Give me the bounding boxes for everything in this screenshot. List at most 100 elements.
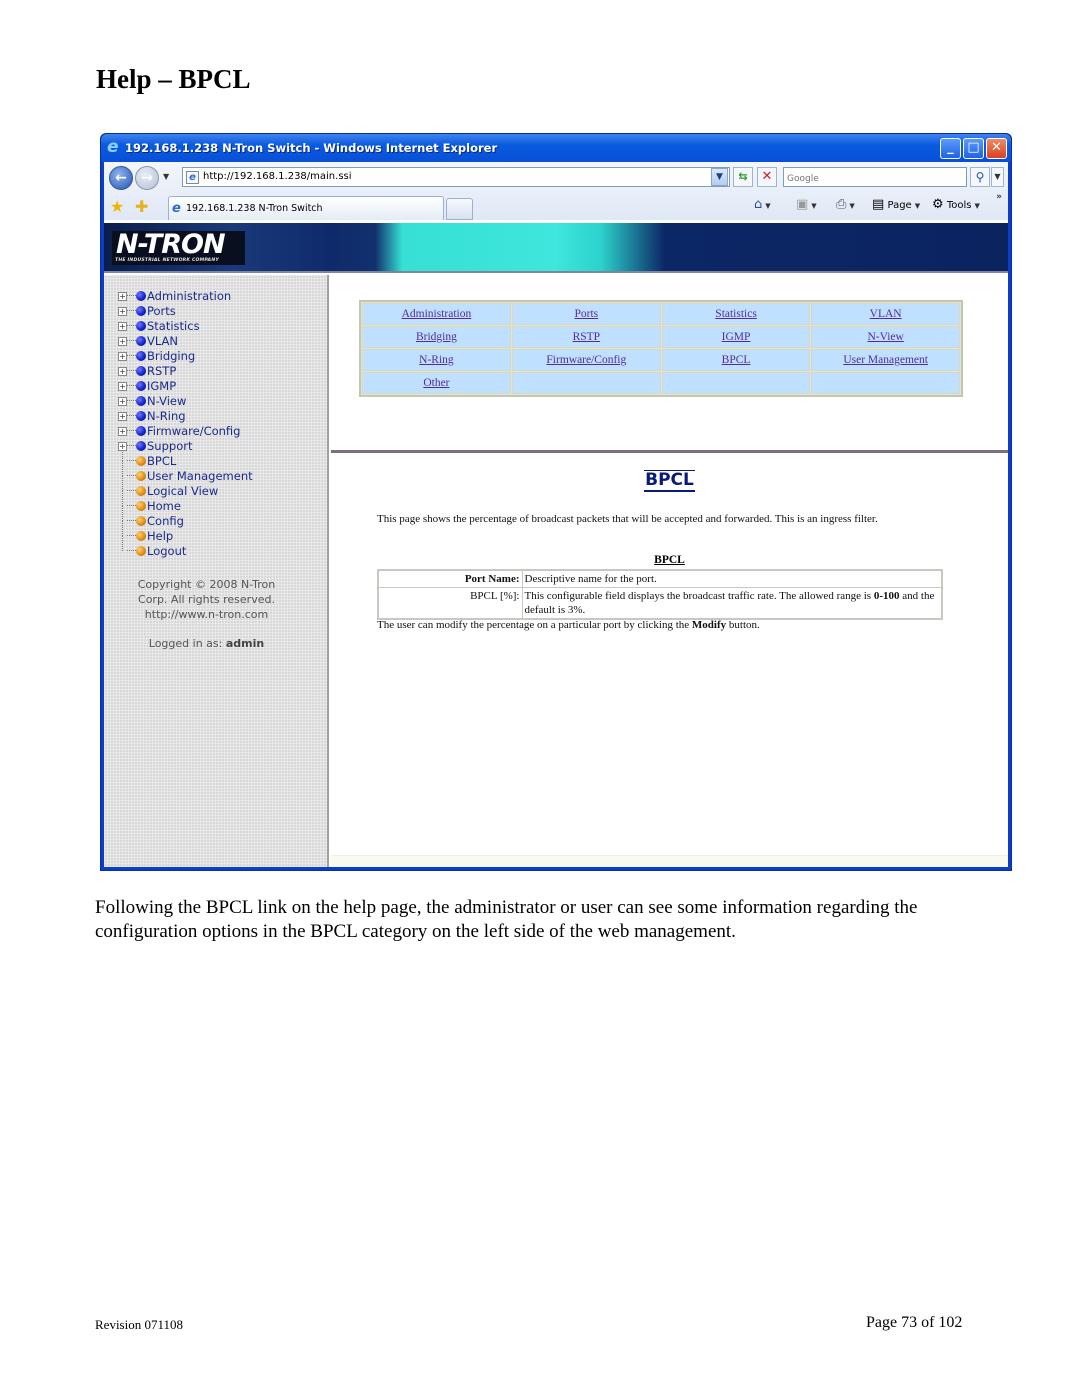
help-link[interactable]: IGMP — [722, 331, 751, 343]
search-box[interactable] — [783, 167, 967, 188]
sidebar-item-label[interactable]: VLAN — [147, 334, 178, 348]
sidebar-item[interactable]: + N-Ring — [118, 409, 253, 424]
sidebar-item-label[interactable]: Config — [147, 514, 184, 528]
help-link[interactable]: Firmware/Config — [546, 354, 626, 366]
help-links-cell: N-Ring — [362, 349, 511, 371]
sidebar-item-label[interactable]: Logout — [147, 544, 186, 558]
help-link[interactable]: BPCL — [722, 354, 751, 366]
help-links-cell: IGMP — [661, 326, 811, 348]
home-button[interactable]: ⌂ ▼ — [754, 197, 771, 212]
sidebar-item[interactable]: + RSTP — [118, 364, 253, 379]
refresh-button[interactable]: ⇆ — [733, 167, 753, 187]
expand-icon[interactable]: + — [118, 307, 127, 316]
address-url[interactable]: http://192.168.1.238/main.ssi — [203, 171, 352, 182]
address-dropdown-button[interactable]: ▼ — [711, 168, 728, 186]
expand-icon[interactable]: + — [118, 322, 127, 331]
expand-icon[interactable]: + — [118, 412, 127, 421]
help-link[interactable]: RSTP — [573, 331, 601, 343]
sidebar-item-label[interactable]: Logical View — [147, 484, 218, 498]
sidebar-item[interactable]: + N-View — [118, 394, 253, 409]
sidebar-item[interactable]: + Administration — [118, 289, 253, 304]
new-tab-button[interactable] — [446, 198, 473, 220]
feeds-button[interactable]: ▣ ▼ — [796, 197, 817, 212]
browser-tab[interactable]: e 192.168.1.238 N-Tron Switch — [168, 196, 444, 220]
expand-icon[interactable]: + — [118, 337, 127, 346]
help-link[interactable]: User Management — [843, 354, 928, 366]
stop-button[interactable]: ✕ — [757, 167, 777, 187]
sidebar-item-label[interactable]: RSTP — [147, 364, 176, 378]
maximize-button[interactable]: □ — [963, 138, 984, 159]
tree-connector — [127, 310, 136, 311]
tree-connector — [127, 370, 136, 371]
sidebar-item[interactable]: + Bridging — [118, 349, 253, 364]
expand-icon[interactable]: + — [118, 292, 127, 301]
sidebar-item-label[interactable]: BPCL — [147, 454, 176, 468]
forward-arrow-icon: → — [141, 170, 153, 186]
sidebar-item[interactable]: Config — [118, 506, 253, 529]
tree-connector — [127, 340, 136, 341]
toolbar-overflow-chevron-icon[interactable]: » — [996, 192, 1002, 202]
note-modify: Modify — [691, 619, 727, 631]
address-bar[interactable]: e http://192.168.1.238/main.ssi — [182, 167, 730, 187]
sidebar-item-label[interactable]: N-Ring — [147, 409, 186, 423]
help-links-cell: N-View — [811, 326, 960, 348]
sidebar-item-label[interactable]: User Management — [147, 469, 253, 483]
minimize-button[interactable]: _ — [940, 138, 961, 159]
sidebar-item[interactable]: + VLAN — [118, 334, 253, 349]
add-favorite-icon[interactable]: ✚ — [135, 197, 148, 216]
help-link[interactable]: Other — [423, 377, 449, 389]
tree-line — [122, 461, 123, 476]
help-link[interactable]: VLAN — [870, 308, 902, 320]
sidebar-item-label[interactable]: Bridging — [147, 349, 195, 363]
help-intro: This page shows the percentage of broadc… — [377, 513, 878, 525]
sidebar-item-label[interactable]: Support — [147, 439, 192, 453]
tree-line — [122, 491, 123, 506]
page-menu-button[interactable]: ▤ Page ▼ — [872, 197, 920, 212]
sidebar-item[interactable]: + Firmware/Config — [118, 424, 253, 439]
expand-icon[interactable]: + — [118, 427, 127, 436]
help-link[interactable]: Bridging — [416, 331, 457, 343]
sidebar-item-label[interactable]: Help — [147, 529, 173, 543]
sidebar-item-label[interactable]: Home — [147, 499, 181, 513]
search-button[interactable]: ⚲ — [970, 167, 990, 187]
sidebar-item[interactable]: Logical View — [118, 476, 253, 499]
help-link[interactable]: Administration — [402, 308, 472, 320]
expand-icon[interactable]: + — [118, 397, 127, 406]
help-link[interactable]: N-View — [867, 331, 903, 343]
help-link[interactable]: N-Ring — [419, 354, 454, 366]
search-input[interactable] — [784, 170, 966, 188]
page-bullet-icon — [136, 486, 146, 496]
close-button[interactable]: ✕ — [986, 138, 1007, 159]
print-button[interactable]: ⎙ ▼ — [836, 197, 855, 212]
sidebar-item-label[interactable]: IGMP — [147, 379, 176, 393]
refresh-icon: ⇆ — [738, 170, 748, 183]
sidebar-item-label[interactable]: Statistics — [147, 319, 200, 333]
sidebar-item-label[interactable]: Ports — [147, 304, 176, 318]
sidebar-item-label[interactable]: N-View — [147, 394, 186, 408]
sidebar-item[interactable]: + Support — [118, 439, 253, 454]
help-link[interactable]: Ports — [575, 308, 599, 320]
page-favicon-icon: e — [186, 171, 199, 184]
sidebar-item[interactable]: BPCL — [118, 446, 253, 469]
page-bullet-icon — [136, 531, 146, 541]
sidebar-item[interactable]: User Management — [118, 461, 253, 484]
sidebar-item[interactable]: Logout — [118, 536, 253, 559]
sidebar-item-label[interactable]: Firmware/Config — [147, 424, 240, 438]
expand-icon[interactable]: + — [118, 367, 127, 376]
tools-menu-button[interactable]: ⚙ Tools ▼ — [932, 197, 980, 212]
recent-pages-dropdown[interactable]: ▼ — [163, 172, 169, 181]
help-link[interactable]: Statistics — [715, 308, 757, 320]
expand-icon[interactable]: + — [118, 352, 127, 361]
sidebar-item[interactable]: + Ports — [118, 304, 253, 319]
expand-icon[interactable]: + — [118, 382, 127, 391]
forward-button[interactable]: → — [135, 166, 159, 190]
sidebar-item[interactable]: Home — [118, 491, 253, 514]
description-text: This configurable field displays the bro… — [524, 590, 874, 602]
sidebar-item[interactable]: Help — [118, 521, 253, 544]
sidebar-item-label[interactable]: Administration — [147, 289, 231, 303]
sidebar-item[interactable]: + IGMP — [118, 379, 253, 394]
back-button[interactable]: ← — [109, 166, 133, 190]
favorites-star-icon[interactable]: ★ — [110, 197, 124, 216]
sidebar-item[interactable]: + Statistics — [118, 319, 253, 334]
search-options-dropdown[interactable]: ▼ — [991, 167, 1004, 187]
